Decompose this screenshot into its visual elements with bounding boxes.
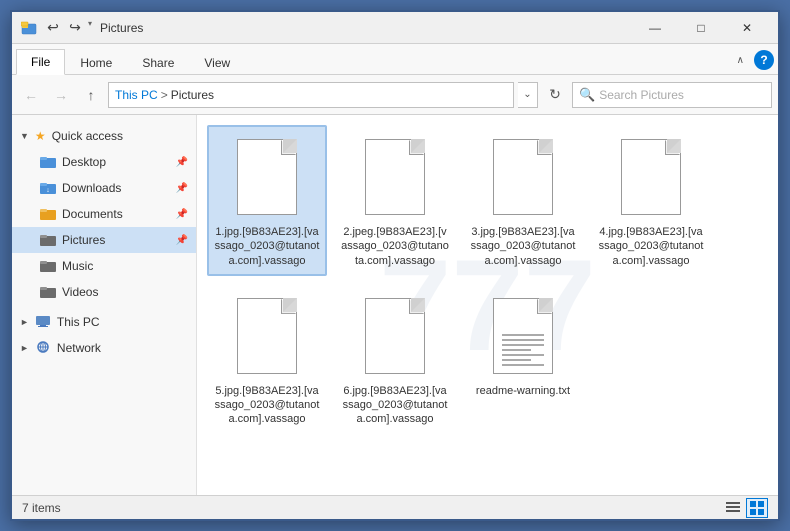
- titlebar: ↩ ↪ ▾ Pictures — □ ✕: [12, 12, 778, 44]
- documents-pin-icon: 📌: [176, 209, 188, 220]
- addressbar: ← → ↑ This PC > Pictures ⌄ ↻ 🔍 Search Pi…: [12, 75, 778, 115]
- icons-view-button[interactable]: [746, 498, 768, 518]
- videos-folder-icon: [40, 284, 56, 300]
- network-chevron: ►: [20, 343, 29, 353]
- svg-text:↓: ↓: [46, 187, 50, 194]
- file-name-file1: 1.jpg.[9B83AE23].[vassago_0203@tutanota.…: [213, 225, 321, 268]
- quick-access-star-icon: ★: [35, 129, 46, 143]
- window-icon: [20, 19, 38, 37]
- sidebar-desktop-label: Desktop: [62, 155, 170, 169]
- tab-file[interactable]: File: [16, 49, 65, 75]
- breadcrumb-sep1: >: [161, 88, 168, 102]
- sidebar-item-videos[interactable]: Videos: [12, 279, 196, 305]
- sidebar-documents-label: Documents: [62, 207, 170, 221]
- quick-access-toolbar: ↩ ↪ ▾: [44, 19, 92, 37]
- quick-access-chevron: ▼: [20, 131, 29, 141]
- search-placeholder: Search Pictures: [599, 88, 684, 102]
- help-button[interactable]: ?: [754, 50, 774, 70]
- file-icon-file4: [615, 133, 687, 221]
- this-pc-label: This PC: [57, 315, 100, 329]
- search-icon: 🔍: [579, 87, 595, 103]
- address-chevron[interactable]: ⌄: [518, 82, 538, 108]
- documents-folder-icon: [40, 206, 56, 222]
- file-icon-file3: [487, 133, 559, 221]
- file-item-file4[interactable]: 4.jpg.[9B83AE23].[vassago_0203@tutanota.…: [591, 125, 711, 276]
- window-controls: — □ ✕: [632, 12, 770, 44]
- this-pc-icon: [35, 314, 51, 331]
- file-icon-file1: [231, 133, 303, 221]
- ribbon: File Home Share View ∧ ?: [12, 44, 778, 75]
- file-name-file4: 4.jpg.[9B83AE23].[vassago_0203@tutanota.…: [597, 225, 705, 268]
- maximize-button[interactable]: □: [678, 12, 724, 44]
- sidebar-pictures-label: Pictures: [62, 233, 170, 247]
- forward-button[interactable]: →: [48, 82, 74, 108]
- item-count: 7 items: [22, 501, 722, 515]
- sidebar-item-music[interactable]: Music: [12, 253, 196, 279]
- file-name-file7: readme-warning.txt: [476, 384, 570, 398]
- up-button[interactable]: ↑: [78, 82, 104, 108]
- sidebar-item-documents[interactable]: Documents 📌: [12, 201, 196, 227]
- file-name-file3: 3.jpg.[9B83AE23].[vassago_0203@tutanota.…: [469, 225, 577, 268]
- desktop-folder-icon: [40, 154, 56, 170]
- file-name-file2: 2.jpeg.[9B83AE23].[vassago_0203@tutanota…: [341, 225, 449, 268]
- main-area: ▼ ★ Quick access Desktop 📌 ↓ Downloads 📌: [12, 115, 778, 495]
- qat-undo[interactable]: ↩: [44, 19, 62, 37]
- desktop-pin-icon: 📌: [176, 157, 188, 168]
- downloads-folder-icon: ↓: [40, 180, 56, 196]
- address-bar[interactable]: This PC > Pictures: [108, 82, 514, 108]
- window-title: Pictures: [100, 21, 632, 35]
- quick-access-label: Quick access: [52, 129, 123, 143]
- files-grid: 1.jpg.[9B83AE23].[vassago_0203@tutanota.…: [207, 125, 768, 435]
- sidebar-videos-label: Videos: [62, 285, 188, 299]
- sidebar-music-label: Music: [62, 259, 188, 273]
- network-icon: [35, 340, 51, 357]
- sidebar: ▼ ★ Quick access Desktop 📌 ↓ Downloads 📌: [12, 115, 197, 495]
- file-name-file6: 6.jpg.[9B83AE23].[vassago_0203@tutanota.…: [341, 384, 449, 427]
- this-pc-chevron: ►: [20, 317, 29, 327]
- downloads-pin-icon: 📌: [176, 183, 188, 194]
- quick-access-header[interactable]: ▼ ★ Quick access: [12, 123, 196, 149]
- search-box[interactable]: 🔍 Search Pictures: [572, 82, 772, 108]
- close-button[interactable]: ✕: [724, 12, 770, 44]
- qat-dropdown[interactable]: ▾: [88, 19, 92, 37]
- file-item-file5[interactable]: 5.jpg.[9B83AE23].[vassago_0203@tutanota.…: [207, 284, 327, 435]
- network-label: Network: [57, 341, 101, 355]
- sidebar-downloads-label: Downloads: [62, 181, 170, 195]
- file-item-file1[interactable]: 1.jpg.[9B83AE23].[vassago_0203@tutanota.…: [207, 125, 327, 276]
- file-icon-file7: [487, 292, 559, 380]
- file-icon-file6: [359, 292, 431, 380]
- file-icon-file5: [231, 292, 303, 380]
- tab-share[interactable]: Share: [127, 50, 189, 75]
- breadcrumb-pictures[interactable]: Pictures: [171, 88, 214, 102]
- refresh-button[interactable]: ↻: [542, 82, 568, 108]
- tab-home[interactable]: Home: [65, 50, 127, 75]
- sidebar-item-downloads[interactable]: ↓ Downloads 📌: [12, 175, 196, 201]
- file-item-file3[interactable]: 3.jpg.[9B83AE23].[vassago_0203@tutanota.…: [463, 125, 583, 276]
- back-button[interactable]: ←: [18, 82, 44, 108]
- view-toggle: [722, 498, 768, 518]
- sidebar-item-pictures[interactable]: Pictures 📌: [12, 227, 196, 253]
- explorer-window: ↩ ↪ ▾ Pictures — □ ✕ File Home Share Vie…: [10, 10, 780, 521]
- file-icon-file2: [359, 133, 431, 221]
- statusbar: 7 items: [12, 495, 778, 519]
- pictures-pin-icon: 📌: [176, 235, 188, 246]
- music-folder-icon: [40, 258, 56, 274]
- pictures-folder-icon: [40, 232, 56, 248]
- minimize-button[interactable]: —: [632, 12, 678, 44]
- file-name-file5: 5.jpg.[9B83AE23].[vassago_0203@tutanota.…: [213, 384, 321, 427]
- sidebar-item-desktop[interactable]: Desktop 📌: [12, 149, 196, 175]
- file-item-file2[interactable]: 2.jpeg.[9B83AE23].[vassago_0203@tutanota…: [335, 125, 455, 276]
- tab-view[interactable]: View: [189, 50, 245, 75]
- this-pc-header[interactable]: ► This PC: [12, 309, 196, 335]
- breadcrumb-thispc[interactable]: This PC: [115, 88, 158, 102]
- collapse-ribbon-button[interactable]: ∧: [731, 53, 750, 68]
- file-area: 777 1.jpg.[9B83AE23].[vassago_0203@tutan…: [197, 115, 778, 495]
- file-item-file6[interactable]: 6.jpg.[9B83AE23].[vassago_0203@tutanota.…: [335, 284, 455, 435]
- ribbon-tabs: File Home Share View ∧ ?: [12, 44, 778, 74]
- qat-redo[interactable]: ↪: [66, 19, 84, 37]
- network-header[interactable]: ► Network: [12, 335, 196, 361]
- list-view-button[interactable]: [722, 498, 744, 518]
- file-item-file7[interactable]: readme-warning.txt: [463, 284, 583, 435]
